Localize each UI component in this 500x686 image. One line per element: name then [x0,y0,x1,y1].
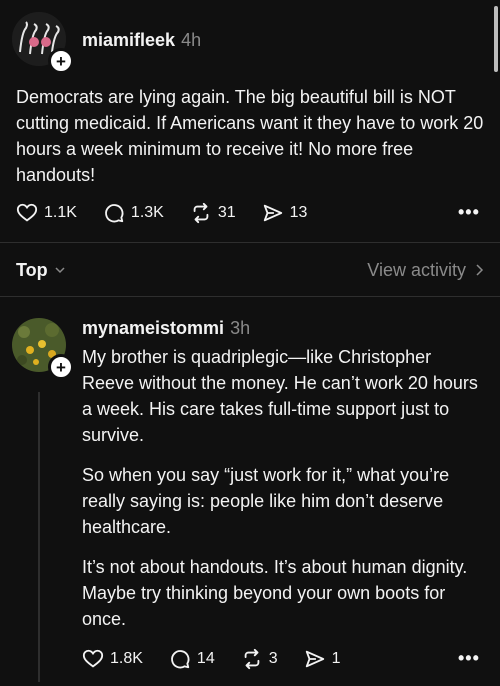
thread-line [38,392,40,682]
username-text[interactable]: miamifleek [82,30,175,50]
post-actions: 1.1K 1.3K 31 13 [16,202,333,224]
share-count: 1 [331,650,341,667]
comment-icon [105,204,124,223]
username-text[interactable]: mynameistommi [82,318,224,338]
reply-button[interactable]: 14 [169,648,215,670]
repost-count: 31 [217,204,236,221]
follow-plus-icon[interactable]: + [48,48,74,74]
share-icon [305,650,324,668]
chevron-down-icon [55,267,65,274]
share-button[interactable]: 1 [304,648,341,670]
reply-count: 14 [196,650,215,667]
view-activity-label: View activity [367,259,466,280]
repost-button[interactable]: 3 [241,648,278,670]
chevron-right-icon [476,264,484,276]
post-time: 4h [181,30,202,50]
reply-button[interactable]: 1.3K [103,202,164,224]
like-button[interactable]: 1.1K [16,202,77,224]
repost-count: 3 [268,650,278,667]
more-icon[interactable]: ••• [458,648,480,669]
reply-paragraph: It’s not about handouts. It’s about huma… [82,557,468,629]
comment-icon [171,650,190,669]
repost-icon [193,202,209,224]
reply-body: My brother is quadriplegic—like Christop… [82,344,484,646]
reply-paragraph: So when you say “just work for it,” what… [82,465,450,537]
view-activity-link[interactable]: View activity [367,260,484,281]
more-icon[interactable]: ••• [458,202,480,223]
like-count: 1.1K [44,204,77,221]
sort-bar: Top View activity [16,258,484,282]
repost-icon [244,648,260,670]
like-count: 1.8K [110,650,143,667]
reply-time: 3h [230,318,251,338]
reply-username[interactable]: mynameistommi 3h [82,318,250,339]
reply-count: 1.3K [130,204,164,221]
heart-icon [82,649,104,668]
like-button[interactable]: 1.8K [82,648,143,670]
sort-dropdown[interactable]: Top [16,260,66,281]
reply-paragraph: My brother is quadriplegic—like Christop… [82,347,478,445]
share-button[interactable]: 13 [262,202,308,224]
sort-label: Top [16,259,48,280]
post-body: Democrats are lying again. The big beaut… [16,87,484,185]
divider [0,242,500,243]
repost-button[interactable]: 31 [190,202,236,224]
reply-actions: 1.8K 14 3 1 [82,648,367,670]
post-username[interactable]: miamifleek 4h [82,30,201,51]
heart-icon [16,203,38,222]
share-count: 13 [289,204,308,221]
divider [0,296,500,297]
share-icon [263,204,282,222]
follow-plus-icon[interactable]: + [48,354,74,380]
scrollbar[interactable] [494,6,498,72]
